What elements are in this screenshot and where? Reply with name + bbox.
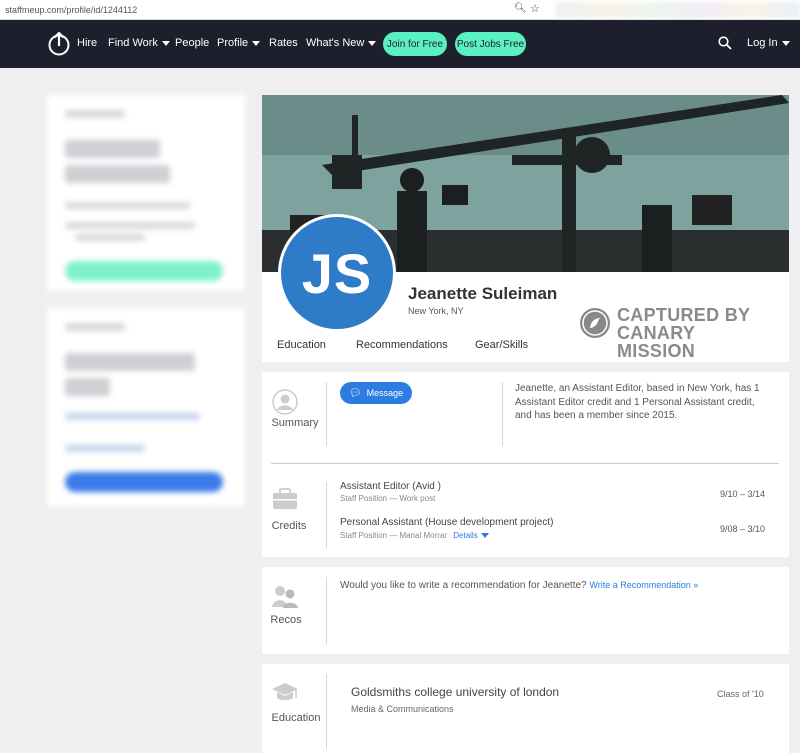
message-label: Message <box>366 388 404 398</box>
nav-find-work[interactable]: Find Work <box>108 37 170 49</box>
recos-label: Recos <box>270 614 302 626</box>
credit-title: Personal Assistant (House development pr… <box>340 517 554 528</box>
summary-label: Summary <box>271 417 319 429</box>
nav-rates[interactable]: Rates <box>269 37 298 49</box>
top-navigation: Hire Find Work People Profile Rates What… <box>0 20 800 68</box>
education-card: Education Goldsmiths college university … <box>262 664 789 753</box>
graduation-cap-icon <box>272 683 298 701</box>
chevron-down-icon <box>368 40 377 46</box>
field-of-study: Media & Communications <box>351 704 454 714</box>
chevron-down-icon <box>781 40 790 46</box>
watermark-line-1: CAPTURED BY <box>617 305 751 325</box>
nav-profile[interactable]: Profile <box>217 37 261 49</box>
profile-name: Jeanette Suleiman <box>408 284 558 303</box>
credit-dates: 9/10 – 3/14 <box>720 489 766 499</box>
user-icon <box>272 389 298 415</box>
blurred-ad-hire <box>47 308 245 506</box>
class-year: Class of '10 <box>717 689 764 699</box>
nav-whats-new[interactable]: What's New <box>306 37 377 49</box>
canary-bird-icon <box>580 308 610 338</box>
details-label: Details <box>453 531 478 540</box>
tab-education[interactable]: Education <box>277 339 326 351</box>
canary-mission-watermark: CAPTURED BY CANARY MISSION <box>580 306 770 360</box>
summary-credits-card: Summary 💬︎ Message Jeanette, an Assistan… <box>262 372 789 557</box>
login-label: Log In <box>747 37 778 49</box>
credit-subtitle: Staff Position — Manal Morrar Details <box>340 531 489 540</box>
section-divider <box>271 463 779 464</box>
credit-subtitle: Staff Position — Work post <box>340 494 436 503</box>
bookmark-star-icon[interactable]: ☆ <box>530 2 540 15</box>
credit-dates: 9/08 – 3/10 <box>720 524 766 534</box>
credit-subtitle-text: Staff Position — Manal Morrar <box>340 531 448 540</box>
divider <box>326 577 327 644</box>
chevron-down-icon <box>161 40 170 46</box>
nav-find-work-label: Find Work <box>108 37 158 49</box>
briefcase-icon <box>273 488 297 509</box>
watermark-line-2: CANARY MISSION <box>617 323 696 361</box>
recommendation-prompt: Would you like to write a recommendation… <box>340 580 698 591</box>
recommendation-prompt-text: Would you like to write a recommendation… <box>340 580 587 591</box>
nav-profile-label: Profile <box>217 37 249 49</box>
nav-hire[interactable]: Hire <box>77 37 97 49</box>
blurred-ad-find-work <box>47 95 245 291</box>
divider <box>326 482 327 548</box>
divider <box>326 382 327 446</box>
details-toggle[interactable]: Details <box>453 531 489 540</box>
profile-location: New York, NY <box>408 306 464 316</box>
people-icon <box>272 586 298 608</box>
credit-title: Assistant Editor (Avid ) <box>340 481 441 492</box>
chevron-down-icon <box>480 533 489 539</box>
watermark-text: CAPTURED BY CANARY MISSION <box>617 306 770 360</box>
login-menu[interactable]: Log In <box>747 37 790 49</box>
chat-bubble-icon: 💬︎ <box>348 387 362 399</box>
profile-header-card: JS Jeanette Suleiman New York, NY CAPTUR… <box>262 95 789 362</box>
message-button[interactable]: 💬︎ Message <box>340 382 412 404</box>
zoom-icon[interactable]: 🔍︎ <box>514 3 527 14</box>
browser-extensions-area <box>555 2 800 18</box>
education-label: Education <box>271 712 321 724</box>
post-jobs-button[interactable]: Post Jobs Free <box>455 32 526 56</box>
url-text[interactable]: staffmeup.com/profile/id/1244112 <box>5 5 137 15</box>
join-free-button[interactable]: Join for Free <box>383 32 447 56</box>
divider <box>326 674 327 749</box>
divider <box>502 382 503 446</box>
nav-people[interactable]: People <box>175 37 209 49</box>
write-recommendation-link[interactable]: Write a Recommendation » <box>589 580 698 590</box>
tab-recommendations[interactable]: Recommendations <box>356 339 448 351</box>
staffmeup-logo-icon[interactable] <box>48 32 70 56</box>
recommendations-card: Recos Would you like to write a recommen… <box>262 567 789 654</box>
search-icon[interactable] <box>718 36 732 50</box>
chevron-down-icon <box>252 40 261 46</box>
nav-whats-new-label: What's New <box>306 37 365 49</box>
avatar: JS <box>278 214 396 332</box>
school-name: Goldsmiths college university of london <box>351 685 560 699</box>
tab-gear-skills[interactable]: Gear/Skills <box>475 339 528 351</box>
browser-address-bar[interactable]: staffmeup.com/profile/id/1244112 🔍︎ ☆ <box>0 0 800 20</box>
credits-label: Credits <box>271 520 307 532</box>
summary-text: Jeanette, an Assistant Editor, based in … <box>515 383 760 421</box>
